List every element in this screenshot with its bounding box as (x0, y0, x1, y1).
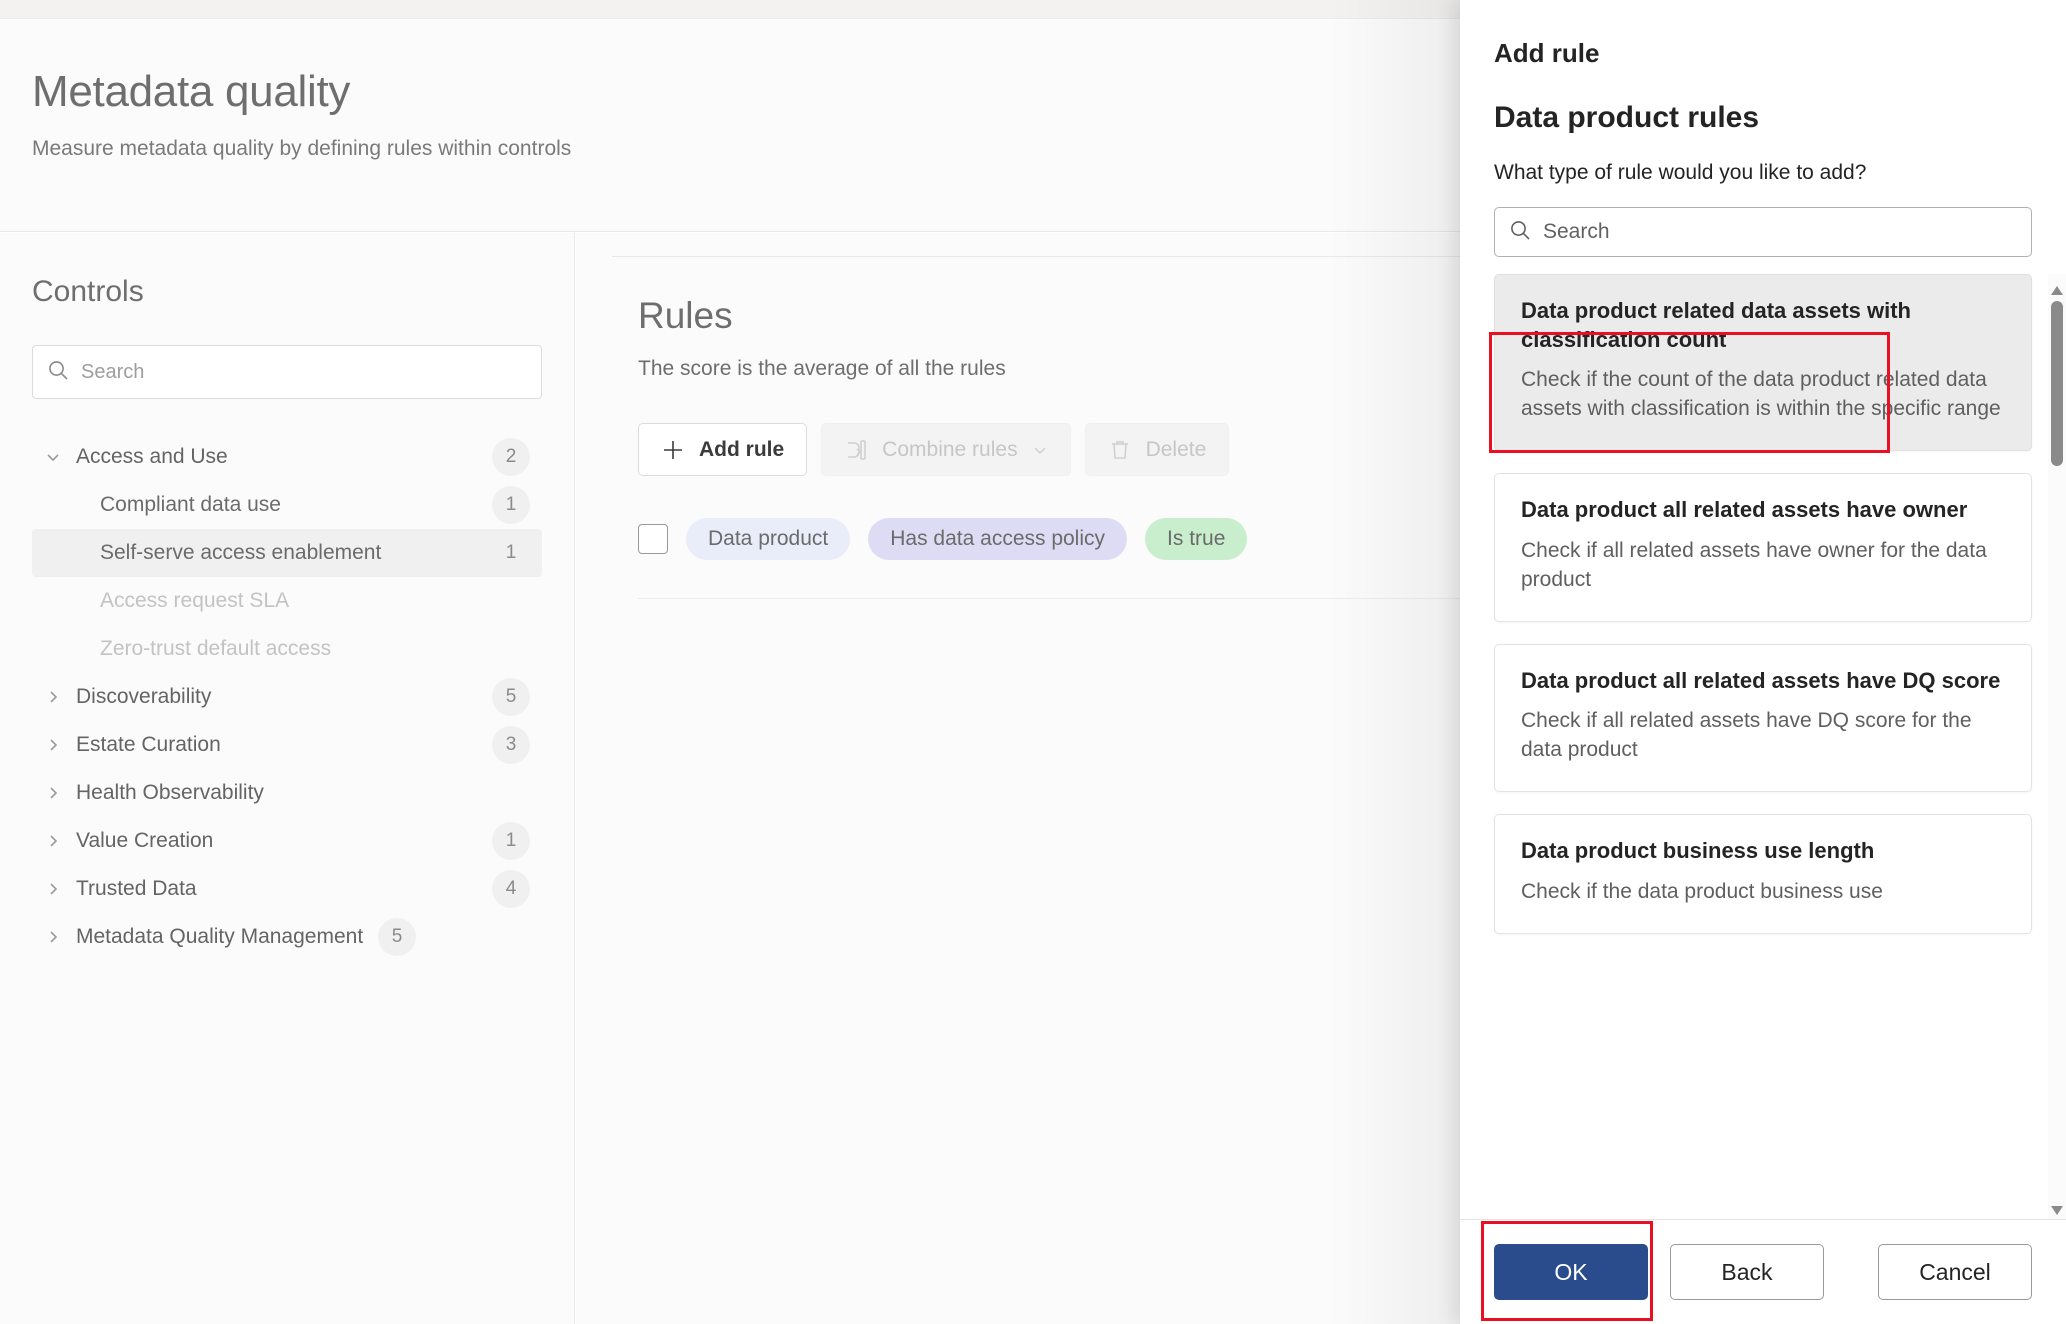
rules-subtitle: The score is the average of all the rule… (638, 357, 1006, 380)
sidebar-item-estate-curation[interactable]: Estate Curation 3 (32, 721, 542, 769)
chevron-right-icon[interactable] (40, 780, 66, 806)
sidebar-item-compliant-data-use[interactable]: Compliant data use 1 (32, 481, 542, 529)
controls-tree: Access and Use 2 Compliant data use 1 Se… (32, 433, 542, 961)
sidebar-item-zero-trust-default-access[interactable]: Zero-trust default access (32, 625, 542, 673)
trash-icon (1108, 438, 1132, 462)
sidebar-item-label: Access request SLA (100, 588, 290, 612)
controls-search[interactable] (32, 345, 542, 399)
panel-footer: OK Back Cancel (1460, 1219, 2066, 1324)
sidebar-item-label: Estate Curation (76, 732, 221, 756)
sidebar-item-label: Compliant data use (100, 492, 281, 516)
sidebar-item-discoverability[interactable]: Discoverability 5 (32, 673, 542, 721)
chevron-right-icon[interactable] (40, 828, 66, 854)
scrollbar-thumb[interactable] (2051, 301, 2063, 466)
ok-button[interactable]: OK (1494, 1244, 1648, 1300)
add-rule-label: Add rule (699, 437, 785, 461)
chevron-down-icon[interactable] (40, 444, 66, 470)
chevron-right-icon[interactable] (40, 732, 66, 758)
panel-question: What type of rule would you like to add? (1494, 161, 1867, 184)
sidebar-item-count: 1 (492, 534, 530, 572)
sidebar-item-value-creation[interactable]: Value Creation 1 (32, 817, 542, 865)
sidebar-item-label: Discoverability (76, 684, 212, 708)
table-row: Data product Has data access policy Is t… (638, 518, 1462, 599)
rules-heading: Rules (638, 295, 733, 336)
rules-toolbar: Add rule Combine rules Delete (638, 423, 1462, 476)
chevron-right-icon[interactable] (40, 876, 66, 902)
panel-title: Data product rules (1494, 101, 1760, 134)
delete-button[interactable]: Delete (1084, 423, 1230, 476)
chevron-down-icon (1032, 442, 1048, 458)
sidebar-item-label: Trusted Data (76, 876, 197, 900)
sidebar-item-count (492, 630, 530, 668)
sidebar-item-access-and-use[interactable]: Access and Use 2 (32, 433, 542, 481)
rule-type-card-business-use-length[interactable]: Data product business use length Check i… (1494, 814, 2032, 934)
sidebar-item-label: Metadata Quality Management (76, 924, 364, 948)
panel-eyebrow: Add rule (1494, 38, 1600, 68)
panel-scrollbar[interactable] (2048, 274, 2066, 1219)
panel-search-input[interactable] (1543, 220, 2017, 244)
sidebar-item-count: 1 (492, 822, 530, 860)
rule-type-title: Data product all related assets have DQ … (1521, 667, 2001, 693)
rule-chip-condition[interactable]: Has data access policy (868, 518, 1128, 560)
controls-search-input[interactable] (81, 360, 527, 384)
cancel-button[interactable]: Cancel (1878, 1244, 2032, 1300)
plus-icon (661, 438, 685, 462)
sidebar-item-label: Health Observability (76, 780, 264, 804)
sidebar-item-count: 5 (492, 678, 530, 716)
sidebar-item-label: Value Creation (76, 828, 214, 852)
delete-label: Delete (1145, 437, 1207, 461)
scroll-up-arrow-icon[interactable] (2051, 282, 2063, 295)
rule-type-title: Data product business use length (1521, 838, 1875, 864)
combine-icon (844, 438, 868, 462)
back-button[interactable]: Back (1670, 1244, 1824, 1300)
controls-sidebar: Controls Access and Use 2 Complian (0, 233, 575, 1324)
rule-type-description: Check if all related assets have owner f… (1521, 538, 1987, 591)
rule-type-title: Data product related data assets with cl… (1521, 298, 1911, 352)
sidebar-item-label: Access and Use (76, 444, 228, 468)
page-subtitle: Measure metadata quality by defining rul… (32, 136, 572, 160)
rule-type-description: Check if the data product business use (1521, 879, 1883, 903)
combine-rules-button[interactable]: Combine rules (821, 423, 1071, 476)
search-icon (47, 359, 69, 386)
scroll-down-arrow-icon[interactable] (2051, 1202, 2063, 1215)
rule-type-card-all-related-assets-have-dq-score[interactable]: Data product all related assets have DQ … (1494, 643, 2032, 793)
panel-header: Add rule Data product rules What type of… (1460, 0, 2066, 257)
sidebar-item-metadata-quality-management[interactable]: Metadata Quality Management 5 (32, 913, 542, 961)
controls-heading: Controls (32, 275, 144, 308)
rule-type-card-classification-count[interactable]: Data product related data assets with cl… (1494, 274, 2032, 452)
rule-type-description: Check if all related assets have DQ scor… (1521, 709, 1972, 762)
rule-type-title: Data product all related assets have own… (1521, 497, 1968, 523)
chevron-right-icon[interactable] (40, 684, 66, 710)
sidebar-item-count: 3 (492, 726, 530, 764)
search-icon (1509, 219, 1531, 246)
rule-row-checkbox[interactable] (638, 524, 668, 554)
combine-rules-label: Combine rules (882, 437, 1018, 461)
sidebar-item-count: 5 (378, 918, 416, 956)
chevron-right-icon[interactable] (40, 924, 66, 950)
page-title: Metadata quality (32, 67, 351, 116)
rule-type-card-all-related-assets-have-owner[interactable]: Data product all related assets have own… (1494, 473, 2032, 622)
sidebar-item-label: Self-serve access enablement (100, 540, 382, 564)
sidebar-item-count: 4 (492, 870, 530, 908)
rule-chip-value[interactable]: Is true (1145, 518, 1248, 560)
add-rule-button[interactable]: Add rule (638, 423, 808, 476)
sidebar-item-count (492, 774, 530, 812)
add-rule-panel: Add rule Data product rules What type of… (1460, 0, 2066, 1324)
rules-pane: Last refreshed on 04/01/202 Rules The sc… (576, 233, 1462, 1324)
rule-chip-entity[interactable]: Data product (686, 518, 851, 560)
sidebar-item-count (492, 582, 530, 620)
sidebar-item-count: 1 (492, 486, 530, 524)
page-header: Metadata quality Measure metadata qualit… (0, 19, 1462, 232)
rule-type-list: Data product related data assets with cl… (1460, 274, 2066, 1219)
content-divider (612, 256, 1462, 257)
top-bar (0, 0, 1462, 19)
rule-type-description: Check if the count of the data product r… (1521, 368, 2001, 421)
sidebar-item-trusted-data[interactable]: Trusted Data 4 (32, 865, 542, 913)
sidebar-item-count: 2 (492, 438, 530, 476)
panel-search[interactable] (1494, 207, 2032, 257)
sidebar-item-health-observability[interactable]: Health Observability (32, 769, 542, 817)
sidebar-item-self-serve-access-enablement[interactable]: Self-serve access enablement 1 (32, 529, 542, 577)
sidebar-item-label: Zero-trust default access (100, 636, 332, 660)
sidebar-item-access-request-sla[interactable]: Access request SLA (32, 577, 542, 625)
